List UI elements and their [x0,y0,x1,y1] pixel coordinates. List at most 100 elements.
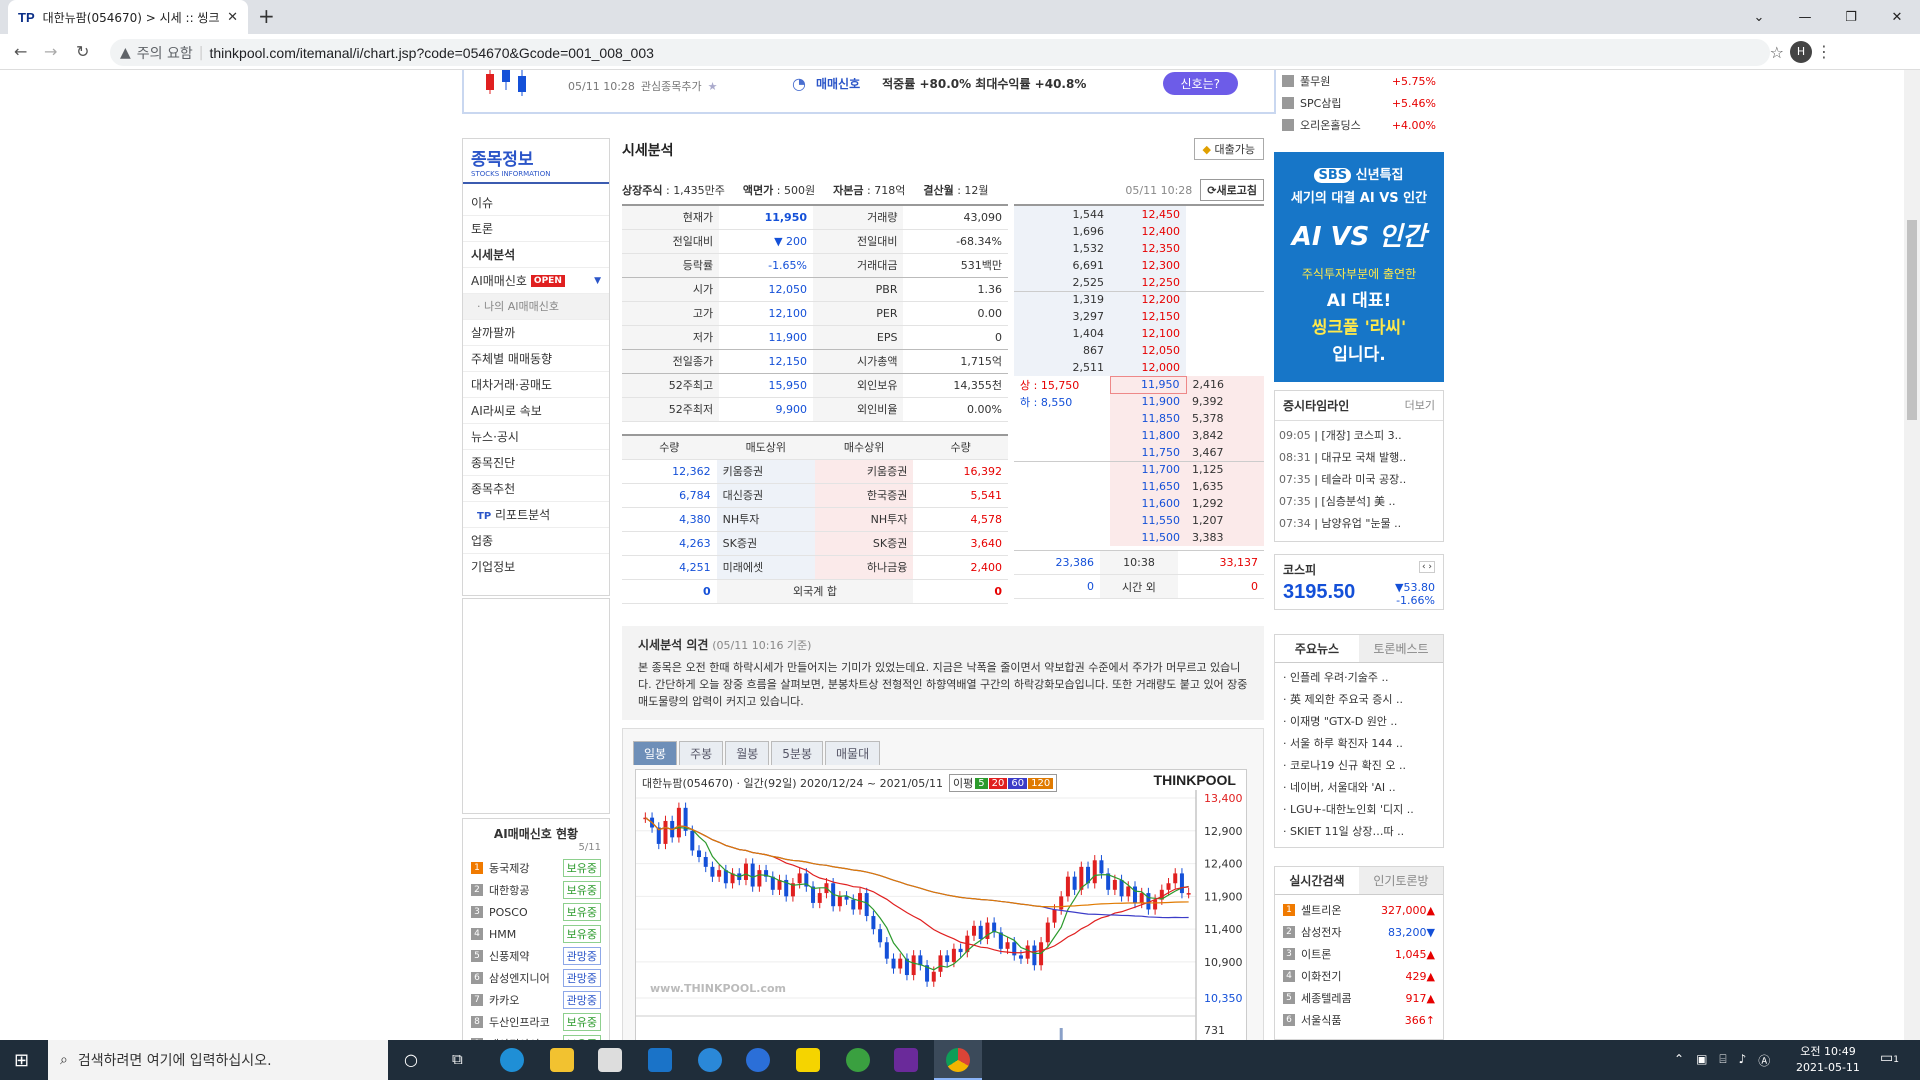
chart-tab[interactable]: 주봉 [679,741,724,765]
add-favorite-link[interactable]: 관심종목추가 [641,78,702,94]
ie-icon[interactable] [698,1048,722,1072]
mail-icon[interactable] [648,1048,672,1072]
cortana-icon[interactable]: ○ [404,1050,418,1069]
news-item[interactable]: · SKIET 11일 상장…따 .. [1283,821,1435,843]
caret-icon[interactable]: ▼ [594,268,601,294]
news-item[interactable]: · 네이버, 서울대와 'AI .. [1283,777,1435,799]
task-view-icon[interactable]: ⧉ [452,1050,463,1068]
ai-signal-row[interactable]: 6 삼성엔지니어 관망중 [463,967,609,989]
ai-signal-row[interactable]: 7 카카오 관망중 [463,989,609,1011]
star-icon[interactable]: ★ [708,80,718,93]
tab-best-discussion[interactable]: 토론베스트 [1359,635,1443,662]
search-rank-row[interactable]: 3 이트론 1,045▲ [1283,943,1435,965]
menu-item-buy-sell[interactable]: 살까팔까 [463,320,609,346]
timeline-item[interactable]: 07:34 | 남양유업 "눈물 .. [1279,513,1439,535]
news-item[interactable]: · 코로나19 신규 확진 오 .. [1283,755,1435,777]
ai-signal-row[interactable]: 4 HMM 보유중 [463,923,609,945]
taskbar-clock[interactable]: 오전 10:49 2021-05-11 [1796,1044,1860,1076]
windows-start-icon[interactable]: ⊞ [14,1050,29,1071]
ai-signal-row[interactable]: 5 신풍제약 관망중 [463,945,609,967]
signal-button[interactable]: 신호는? [1162,71,1238,95]
chrome-taskbar-button[interactable] [934,1040,982,1080]
tab-popular-discussion[interactable]: 인기토론방 [1359,867,1443,894]
kospi-pager-icon[interactable]: ‹ › [1418,561,1435,573]
menu-item-my-ai-signal[interactable]: · 나의 AI매매신호 [463,294,609,320]
page-scrollbar[interactable] [1904,70,1920,1040]
close-tab-icon[interactable]: ✕ [227,10,238,25]
broker-name[interactable]: SK증권 [814,531,914,556]
menu-item-report[interactable]: TP 리포트분석 [463,502,609,528]
timeline-item[interactable]: 07:35 | [심층분석] 美 .. [1279,491,1439,513]
chart-tab[interactable]: 월봉 [725,741,770,765]
tab-realtime-search[interactable]: 실시간검색 [1275,867,1359,894]
ime-icon[interactable]: Ⓐ [1758,1052,1770,1069]
ai-signal-row[interactable]: 8 두산인프라코 보유중 [463,1011,609,1033]
kakaotalk-icon[interactable] [796,1048,820,1072]
menu-item-diagnosis[interactable]: 종목진단 [463,450,609,476]
menu-item-investor-trend[interactable]: 주체별 매매동향 [463,346,609,372]
news-item[interactable]: · 인플레 우려·기술주 .. [1283,667,1435,689]
broker-name[interactable]: 미래에셋 [716,555,815,580]
timeline-item[interactable]: 08:31 | 대규모 국채 발행.. [1279,447,1439,469]
profile-avatar[interactable]: H [1790,41,1812,63]
bookmark-star-icon[interactable]: ☆ [1770,43,1784,62]
volume-icon[interactable]: ♪ [1739,1052,1747,1069]
search-rank-row[interactable]: 6 서울식품 366↑ [1283,1009,1435,1031]
menu-item-discussion[interactable]: 토론 [463,216,609,242]
tab-main-news[interactable]: 주요뉴스 [1275,635,1359,662]
tab-search-icon[interactable]: ⌄ [1736,10,1782,25]
news-item[interactable]: · 英 제외한 주요국 증시 .. [1283,689,1435,711]
menu-item-ai-signal[interactable]: AI매매신호 OPEN ▼ [463,268,609,294]
broker-name[interactable]: 한국증권 [814,483,914,508]
app-globe-icon[interactable] [846,1048,870,1072]
timeline-item[interactable]: 09:05 | [개장] 코스피 3.. [1279,425,1439,447]
omnibox[interactable]: ▲ 주의 요함 | thinkpool.com/itemanal/i/chart… [110,39,1770,66]
broker-name[interactable]: SK증권 [716,531,815,556]
broker-name[interactable]: 키움증권 [716,459,815,484]
reload-icon[interactable]: ↻ [76,42,89,61]
edge-icon[interactable] [500,1048,524,1072]
browser-tab[interactable]: TP 대한뉴팜(054670) > 시세 :: 씽크 ✕ [8,0,248,34]
notification-icon[interactable]: ▭1 [1880,1050,1899,1066]
broker-name[interactable]: 키움증권 [814,459,914,484]
ai-signal-row[interactable]: 2 대한항공 보유중 [463,879,609,901]
sbs-ad-banner[interactable]: SBS 신년특집 세기의 대결 AI VS 인간 AI VS 인간 주식투자부분… [1274,152,1444,382]
menu-item-market-analysis[interactable]: 시세분석 [463,242,609,268]
broker-name[interactable]: NH투자 [814,507,914,532]
network-icon[interactable]: ⌸ [1719,1052,1726,1069]
menu-item-ai-news[interactable]: AI라씨로 속보 [463,398,609,424]
news-item[interactable]: · LGU+-대한노인회 '디지 .. [1283,799,1435,821]
teamviewer-icon[interactable] [746,1048,770,1072]
top-mover-row[interactable]: SPC삼립 +5.46% [1274,92,1444,114]
menu-icon[interactable]: ⋮ [1816,42,1832,61]
forward-icon[interactable]: → [44,42,57,61]
search-rank-row[interactable]: 5 세종텔레콤 917▲ [1283,987,1435,1009]
taskbar-search-box[interactable]: ⌕ 검색하려면 여기에 입력하십시오. [48,1040,388,1080]
broker-name[interactable]: NH투자 [716,507,815,532]
menu-item-company[interactable]: 기업정보 [463,554,609,580]
menu-item-recommend[interactable]: 종목추천 [463,476,609,502]
menu-item-issue[interactable]: 이슈 [463,190,609,216]
app-i-icon[interactable] [894,1048,918,1072]
menu-item-news[interactable]: 뉴스·공시 [463,424,609,450]
news-item[interactable]: · 서울 하루 확진자 144 .. [1283,733,1435,755]
tray-chevron-icon[interactable]: ⌃ [1674,1052,1684,1069]
search-rank-row[interactable]: 1 셀트리온 327,000▲ [1283,899,1435,921]
search-rank-row[interactable]: 4 이화전기 429▲ [1283,965,1435,987]
maximize-icon[interactable]: ❐ [1828,10,1874,25]
menu-item-short-sale[interactable]: 대차거래·공매도 [463,372,609,398]
close-window-icon[interactable]: ✕ [1874,10,1920,25]
store-icon[interactable] [598,1048,622,1072]
top-mover-row[interactable]: 오리온홀딩스 +4.00% [1274,114,1444,136]
timeline-item[interactable]: 07:35 | 테슬라 미국 공장.. [1279,469,1439,491]
loan-button[interactable]: ◆ 대출가능 [1193,138,1264,160]
news-item[interactable]: · 이재명 "GTX-D 원안 .. [1283,711,1435,733]
broker-name[interactable]: 대신증권 [716,483,815,508]
ai-signal-row[interactable]: 3 POSCO 보유중 [463,901,609,923]
tray-app-icon[interactable]: ▣ [1696,1052,1707,1069]
minimize-icon[interactable]: — [1782,10,1828,25]
menu-item-industry[interactable]: 업종 [463,528,609,554]
chart-tab[interactable]: 일봉 [633,741,678,765]
chart-tab[interactable]: 5분봉 [771,741,823,765]
back-icon[interactable]: ← [14,42,27,61]
